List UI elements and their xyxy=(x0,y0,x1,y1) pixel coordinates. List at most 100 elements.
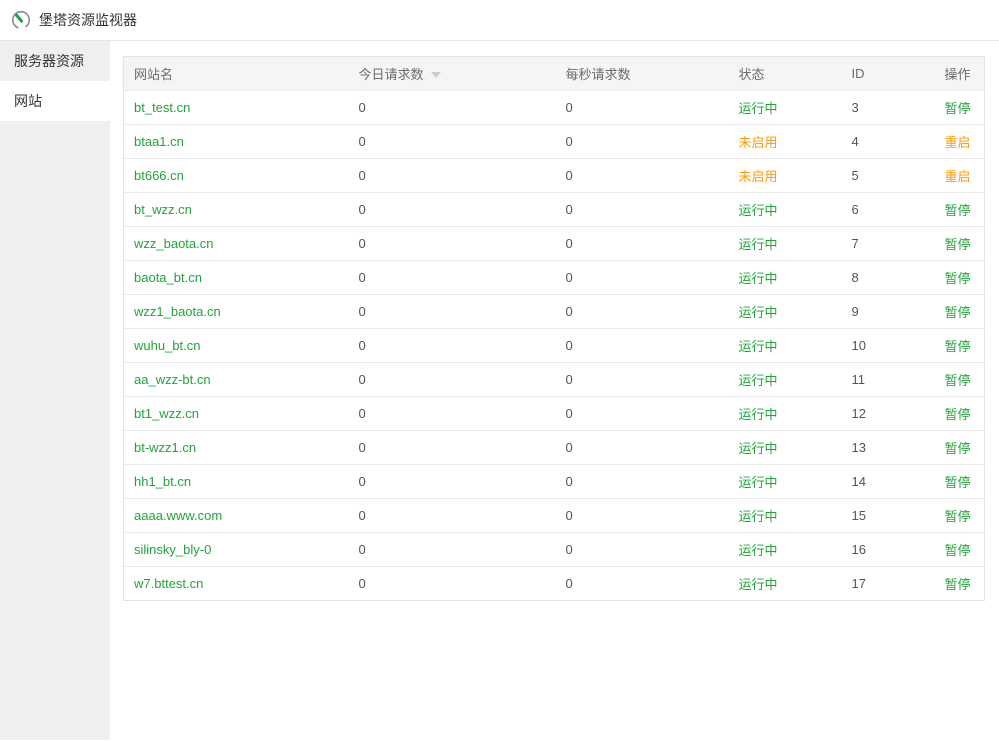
today-requests-cell: 0 xyxy=(349,499,556,533)
action-link[interactable]: 暂停 xyxy=(945,475,971,490)
column-header-today_requests[interactable]: 今日请求数 xyxy=(349,57,556,91)
site-name-link[interactable]: bt-wzz1.cn xyxy=(134,440,196,455)
column-label: 今日请求数 xyxy=(359,67,424,82)
site-name-link[interactable]: bt1_wzz.cn xyxy=(134,406,199,421)
action-link[interactable]: 暂停 xyxy=(945,203,971,218)
table-row: wzz_baota.cn00运行中7暂停 xyxy=(124,227,985,261)
today-requests: 0 xyxy=(359,338,366,353)
site-name-link[interactable]: wuhu_bt.cn xyxy=(134,338,201,353)
status-badge: 未启用 xyxy=(739,135,778,150)
site-name-link[interactable]: baota_bt.cn xyxy=(134,270,202,285)
site-name-link[interactable]: w7.bttest.cn xyxy=(134,576,203,591)
site-name-link-cell: bt1_wzz.cn xyxy=(124,397,349,431)
today-requests: 0 xyxy=(359,304,366,319)
site-name-link[interactable]: bt_wzz.cn xyxy=(134,202,192,217)
site-name-link[interactable]: aaaa.www.com xyxy=(134,508,222,523)
today-requests: 0 xyxy=(359,202,366,217)
site-name-link[interactable]: bt_test.cn xyxy=(134,100,190,115)
site-id-cell: 10 xyxy=(842,329,935,363)
site-name-link-cell: bt-wzz1.cn xyxy=(124,431,349,465)
per-second-requests-cell: 0 xyxy=(556,533,729,567)
status-badge: 运行中 xyxy=(739,407,778,422)
per-second-requests-cell: 0 xyxy=(556,159,729,193)
sidebar-item-websites[interactable]: 网站 xyxy=(0,81,110,121)
site-id-cell: 11 xyxy=(842,363,935,397)
action-link[interactable]: 暂停 xyxy=(945,577,971,592)
status-badge: 运行中 xyxy=(739,475,778,490)
per-second-requests-cell: 0 xyxy=(556,91,729,125)
site-name-link-cell: wuhu_bt.cn xyxy=(124,329,349,363)
status-badge: 运行中 xyxy=(739,271,778,286)
per-second-requests: 0 xyxy=(566,372,573,387)
status-badge-cell: 运行中 xyxy=(729,397,842,431)
site-id: 16 xyxy=(852,542,866,557)
action-link[interactable]: 重启 xyxy=(945,135,971,150)
today-requests: 0 xyxy=(359,474,366,489)
site-id-cell: 13 xyxy=(842,431,935,465)
action-link-cell: 暂停 xyxy=(935,567,985,601)
column-label: 每秒请求数 xyxy=(566,67,631,82)
site-name-link[interactable]: silinsky_bly-0 xyxy=(134,542,211,557)
status-badge-cell: 运行中 xyxy=(729,227,842,261)
table-row: btaa1.cn00未启用4重启 xyxy=(124,125,985,159)
action-link[interactable]: 暂停 xyxy=(945,237,971,252)
sites-table-body: bt_test.cn00运行中3暂停btaa1.cn00未启用4重启bt666.… xyxy=(124,91,985,601)
column-header-site_name: 网站名 xyxy=(124,57,349,91)
today-requests-cell: 0 xyxy=(349,533,556,567)
per-second-requests-cell: 0 xyxy=(556,295,729,329)
site-name-link[interactable]: hh1_bt.cn xyxy=(134,474,191,489)
site-id: 6 xyxy=(852,202,859,217)
today-requests-cell: 0 xyxy=(349,397,556,431)
per-second-requests: 0 xyxy=(566,474,573,489)
column-header-per_second_requests: 每秒请求数 xyxy=(556,57,729,91)
today-requests: 0 xyxy=(359,100,366,115)
main-content: 网站名今日请求数每秒请求数状态ID操作 bt_test.cn00运行中3暂停bt… xyxy=(110,41,999,740)
action-link[interactable]: 暂停 xyxy=(945,441,971,456)
sidebar-item-server-resources[interactable]: 服务器资源 xyxy=(0,41,110,81)
site-name-link[interactable]: aa_wzz-bt.cn xyxy=(134,372,211,387)
action-link[interactable]: 暂停 xyxy=(945,373,971,388)
site-id-cell: 14 xyxy=(842,465,935,499)
action-link-cell: 暂停 xyxy=(935,295,985,329)
site-name-link-cell: baota_bt.cn xyxy=(124,261,349,295)
table-row: bt1_wzz.cn 00 运行中 12 暂停 xyxy=(124,397,985,431)
status-badge-cell: 未启用 xyxy=(729,159,842,193)
column-label: ID xyxy=(852,66,865,81)
action-link-cell: 暂停 xyxy=(935,465,985,499)
today-requests-cell: 0 xyxy=(349,465,556,499)
site-id: 9 xyxy=(852,304,859,319)
today-requests: 0 xyxy=(359,168,366,183)
action-link[interactable]: 暂停 xyxy=(945,339,971,354)
action-link[interactable]: 暂停 xyxy=(945,271,971,286)
per-second-requests: 0 xyxy=(566,270,573,285)
today-requests: 0 xyxy=(359,134,366,149)
status-badge-cell: 运行中 xyxy=(729,567,842,601)
per-second-requests: 0 xyxy=(566,202,573,217)
action-link[interactable]: 暂停 xyxy=(945,543,971,558)
site-name-link[interactable]: wzz_baota.cn xyxy=(134,236,214,251)
action-link[interactable]: 暂停 xyxy=(945,407,971,422)
site-name-link-cell: silinsky_bly-0 xyxy=(124,533,349,567)
status-badge: 运行中 xyxy=(739,203,778,218)
per-second-requests: 0 xyxy=(566,508,573,523)
per-second-requests-cell: 0 xyxy=(556,125,729,159)
site-name-link[interactable]: wzz1_baota.cn xyxy=(134,304,221,319)
status-badge-cell: 运行中 xyxy=(729,363,842,397)
action-link[interactable]: 暂停 xyxy=(945,101,971,116)
action-link-cell: 暂停 xyxy=(935,533,985,567)
site-id-cell: 12 xyxy=(842,397,935,431)
action-link[interactable]: 重启 xyxy=(945,169,971,184)
per-second-requests: 0 xyxy=(566,406,573,421)
site-name-link[interactable]: btaa1.cn xyxy=(134,134,184,149)
site-id: 7 xyxy=(852,236,859,251)
column-header-id: ID xyxy=(842,57,935,91)
header-row: 网站名今日请求数每秒请求数状态ID操作 xyxy=(124,57,985,91)
action-link[interactable]: 暂停 xyxy=(945,509,971,524)
site-id: 15 xyxy=(852,508,866,523)
per-second-requests: 0 xyxy=(566,236,573,251)
status-badge-cell: 运行中 xyxy=(729,91,842,125)
action-link-cell: 重启 xyxy=(935,125,985,159)
action-link[interactable]: 暂停 xyxy=(945,305,971,320)
site-name-link[interactable]: bt666.cn xyxy=(134,168,184,183)
per-second-requests: 0 xyxy=(566,542,573,557)
